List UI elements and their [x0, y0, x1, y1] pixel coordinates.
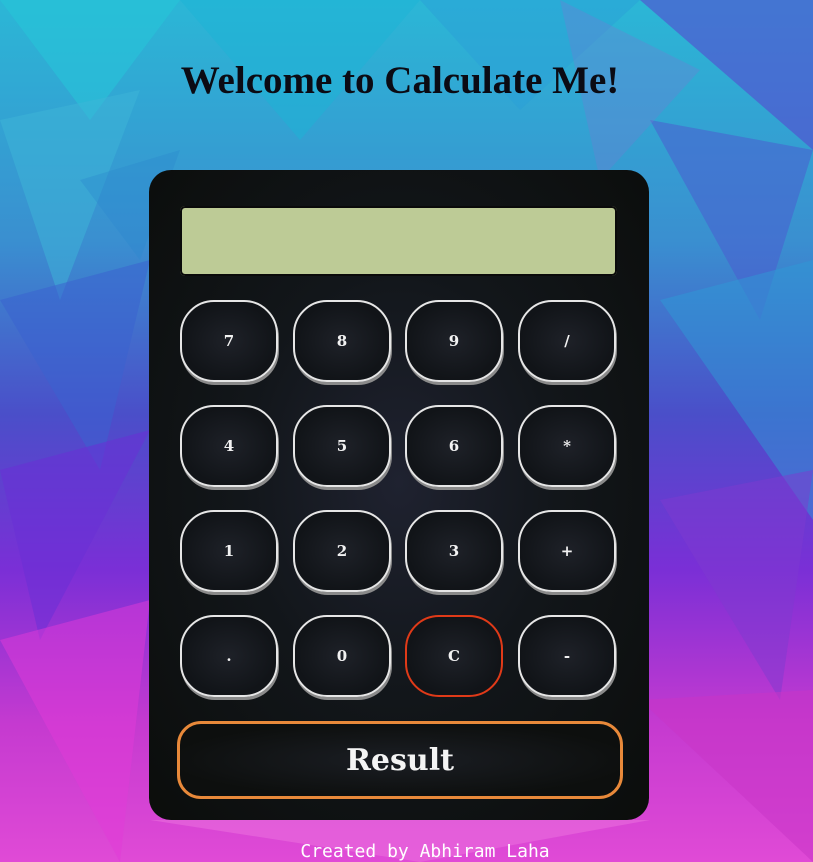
key-minus[interactable]: -: [518, 615, 616, 697]
key-divide[interactable]: /: [518, 300, 616, 382]
key-1[interactable]: 1: [180, 510, 278, 592]
result-button[interactable]: Result: [177, 721, 623, 799]
key-plus[interactable]: +: [518, 510, 616, 592]
clear-button[interactable]: C: [405, 615, 503, 697]
page-title: Welcome to Calculate Me!: [180, 59, 620, 102]
key-decimal[interactable]: .: [180, 615, 278, 697]
key-0[interactable]: 0: [293, 615, 391, 697]
calculator-display: [180, 206, 617, 276]
key-6[interactable]: 6: [405, 405, 503, 487]
footer-credit: Created by Abhiram Laha: [300, 841, 550, 862]
key-4[interactable]: 4: [180, 405, 278, 487]
calculator-body: 7 8 9 / 4 5 6 * 1 2 3 + . 0 C - Result: [149, 170, 649, 820]
key-multiply[interactable]: *: [518, 405, 616, 487]
key-2[interactable]: 2: [293, 510, 391, 592]
key-5[interactable]: 5: [293, 405, 391, 487]
key-3[interactable]: 3: [405, 510, 503, 592]
key-8[interactable]: 8: [293, 300, 391, 382]
key-9[interactable]: 9: [405, 300, 503, 382]
key-7[interactable]: 7: [180, 300, 278, 382]
